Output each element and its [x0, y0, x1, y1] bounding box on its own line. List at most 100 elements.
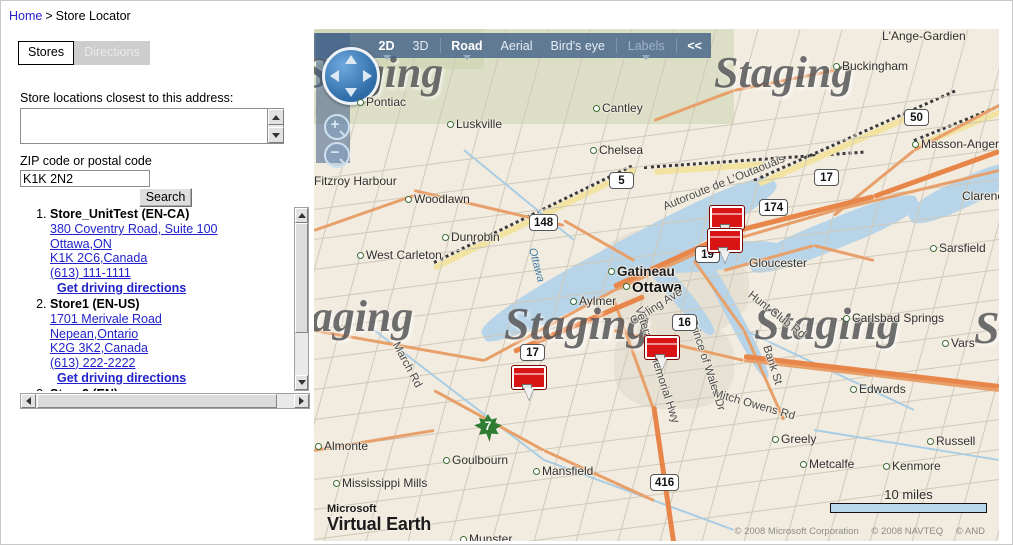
map-style-road-button[interactable]: Road — [442, 39, 491, 60]
zoom-in-button[interactable]: + — [324, 114, 350, 140]
pan-right-icon[interactable] — [363, 70, 372, 82]
zip-field-label: ZIP code or postal code — [20, 154, 152, 168]
map-place-label: Masson-Angers — [921, 137, 999, 151]
store-city[interactable]: Ottawa,ON — [50, 237, 291, 252]
pin-needle-icon — [720, 251, 730, 263]
map-route-shield: 5 — [609, 172, 634, 189]
list-item: Store1 (EN-US) 1701 Merivale Road Nepean… — [50, 297, 291, 387]
map-mode-3d-button[interactable]: 3D — [404, 39, 438, 53]
map-place-label: Mansfield — [542, 464, 594, 478]
results-scroll-left-button[interactable] — [21, 394, 36, 408]
store-locator-page: Home > Store Locator Stores Directions Sto… — [0, 0, 1013, 545]
zoom-out-button[interactable]: − — [324, 142, 350, 168]
map-place-dot — [833, 63, 840, 70]
map-place-label: Gatineau — [617, 264, 675, 279]
map-place-label: Dunrobin — [451, 230, 500, 244]
triangle-up-icon — [272, 114, 280, 120]
map-toolbar-collapse-button[interactable]: << — [678, 39, 711, 53]
map-place-dot — [930, 245, 937, 252]
pan-down-icon[interactable] — [345, 88, 357, 97]
toolbar-divider — [675, 38, 677, 53]
results-scroll-right-button[interactable] — [294, 394, 309, 408]
copyright-microsoft: © 2008 Microsoft Corporation — [734, 526, 859, 537]
map-place-dot — [533, 468, 540, 475]
get-driving-directions-link[interactable]: Get driving directions — [50, 370, 291, 387]
results-scroll-up-button[interactable] — [295, 208, 308, 223]
address-textarea[interactable] — [20, 108, 284, 144]
map-place-label: Russell — [936, 434, 976, 448]
map-viewport[interactable]: StagingStagingStagingStagingStagingStagi… — [314, 29, 999, 541]
results-scroll-down-button[interactable] — [295, 375, 308, 390]
zip-input[interactable] — [20, 170, 150, 187]
map-place-dot — [850, 386, 857, 393]
toolbar-divider — [616, 38, 617, 53]
address-scroll-down-button[interactable] — [268, 127, 284, 143]
breadcrumb-home-link[interactable]: Home — [9, 9, 42, 23]
map-mode-2d-button[interactable]: 2D — [370, 39, 404, 60]
results-horizontal-scrollbar[interactable] — [20, 393, 310, 409]
tab-stores[interactable]: Stores — [18, 41, 75, 65]
virtual-earth-wordmark: Virtual Earth — [327, 514, 432, 534]
store-postal[interactable]: K2G 3K2,Canada — [50, 341, 291, 356]
map-store-pin[interactable] — [643, 334, 679, 370]
map-place-label: Metcalfe — [809, 457, 855, 471]
store-street[interactable]: 1701 Merivale Road — [50, 312, 291, 327]
results-hscroll-thumb[interactable] — [37, 394, 277, 408]
address-scroll-up-button[interactable] — [268, 109, 284, 125]
store-name: Store_UnitTest (EN-CA) — [50, 207, 190, 221]
map-style-aerial-button[interactable]: Aerial — [492, 39, 542, 53]
pin-needle-icon — [657, 358, 667, 370]
map-place-dot — [927, 438, 934, 445]
map-store-pin[interactable] — [706, 227, 742, 263]
map-place-label: Chelsea — [599, 143, 644, 157]
tab-bar: Stores Directions — [18, 41, 150, 65]
map-cluster-marker[interactable]: 7 — [474, 414, 502, 442]
store-postal[interactable]: K1K 2C6,Canada — [50, 251, 291, 266]
address-scrollbar[interactable] — [267, 109, 284, 143]
breadcrumb-separator: > — [45, 9, 53, 23]
map-place-dot — [357, 252, 364, 259]
map-labels-toggle[interactable]: Labels — [619, 39, 674, 60]
store-street[interactable]: 380 Coventry Road, Suite 100 — [50, 222, 291, 237]
map-place-label: Vars — [951, 336, 975, 350]
map-place-dot — [333, 480, 340, 487]
map-style-birdseye-button[interactable]: Bird's eye — [542, 39, 615, 53]
list-item: Store2 (EN) — [50, 387, 291, 391]
map-route-shield: 174 — [759, 199, 789, 216]
map-place-label: Munster — [469, 532, 513, 541]
get-driving-directions-link[interactable]: Get driving directions — [50, 280, 291, 297]
map-place-dot — [772, 436, 779, 443]
cluster-count-label: 7 — [484, 419, 492, 433]
map-place-label: Mississippi Mills — [342, 476, 428, 490]
map-place-dot — [442, 234, 449, 241]
breadcrumb: Home > Store Locator — [9, 9, 131, 23]
virtual-earth-logo: Microsoft Virtual Earth — [327, 504, 432, 534]
map-place-dot — [460, 536, 467, 541]
store-city[interactable]: Nepean,Ontario — [50, 327, 291, 342]
triangle-down-icon — [297, 380, 306, 385]
map-store-pin[interactable] — [510, 364, 546, 400]
copyright-and: © AND — [955, 526, 985, 537]
results-scroll-thumb[interactable] — [295, 223, 308, 333]
results-vertical-scrollbar[interactable] — [294, 207, 309, 391]
map-route-shield: 16 — [672, 314, 697, 331]
map-place-dot — [357, 99, 364, 106]
toolbar-divider — [439, 38, 441, 53]
results-scroll-track[interactable] — [295, 223, 308, 377]
map-toolbar: 2D 3D Road Aerial Bird's eye Labels << — [314, 33, 711, 60]
store-name: Store1 (EN-US) — [50, 297, 140, 311]
map-route-shield: 148 — [529, 214, 559, 231]
map-place-label: Edwards — [859, 382, 906, 396]
pan-left-icon[interactable] — [330, 70, 339, 82]
map-place-dot — [315, 443, 322, 450]
search-button[interactable]: Search — [139, 188, 192, 207]
store-phone[interactable]: (613) 111-1111 — [50, 266, 291, 281]
map-place-label: Clarence — [962, 189, 999, 203]
map-place-label: Carlsbad Springs — [852, 311, 945, 325]
store-results: Store_UnitTest (EN-CA) 380 Coventry Road… — [20, 207, 310, 409]
map-place-dot — [608, 268, 615, 275]
tab-directions[interactable]: Directions — [74, 41, 150, 65]
map-place-dot — [570, 298, 577, 305]
pan-up-icon[interactable] — [345, 55, 357, 64]
store-phone[interactable]: (613) 222-2222 — [50, 356, 291, 371]
